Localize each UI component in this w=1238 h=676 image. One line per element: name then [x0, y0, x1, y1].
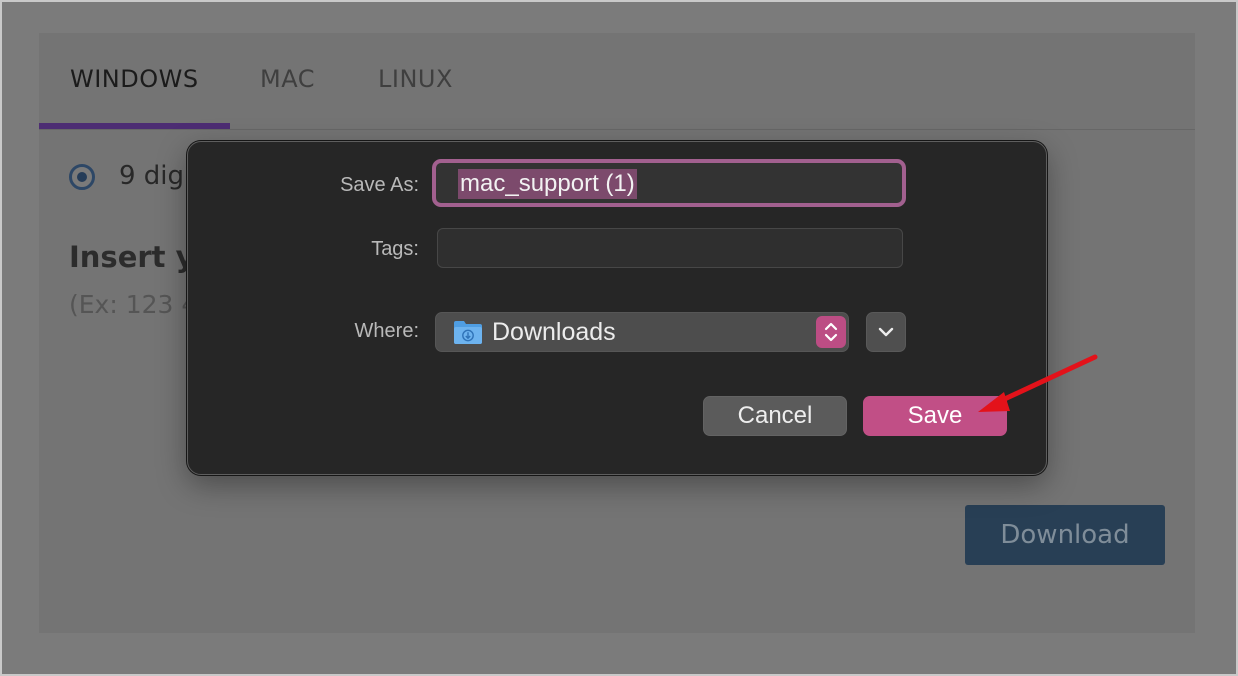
tab-mac[interactable]: MAC	[260, 65, 315, 93]
download-button[interactable]: Download	[965, 505, 1165, 565]
save-dialog: Save As: mac_support (1) Tags: Where: Do…	[187, 141, 1047, 475]
tab-windows[interactable]: WINDOWS	[70, 65, 199, 93]
chevron-down-icon	[878, 327, 894, 337]
downloads-folder-icon	[454, 321, 482, 344]
tab-linux[interactable]: LINUX	[378, 65, 453, 93]
tags-label: Tags:	[371, 238, 419, 260]
id-type-radio-label: 9 digi	[119, 161, 192, 191]
os-tab-bar: WINDOWS MAC LINUX	[39, 33, 1195, 130]
location-stepper-icon[interactable]	[816, 316, 846, 348]
active-tab-indicator	[39, 123, 230, 129]
save-as-label: Save As:	[340, 174, 419, 196]
expand-dialog-button[interactable]	[866, 312, 906, 352]
insert-id-hint: (Ex: 123 4	[69, 290, 198, 319]
save-as-field[interactable]: mac_support (1)	[432, 159, 906, 207]
tags-field[interactable]	[437, 228, 903, 268]
id-type-radio[interactable]	[69, 164, 95, 190]
where-label: Where:	[354, 320, 419, 342]
save-as-filename: mac_support (1)	[458, 169, 637, 199]
save-button[interactable]: Save	[863, 396, 1007, 436]
cancel-button[interactable]: Cancel	[703, 396, 847, 436]
where-location-select[interactable]: Downloads	[435, 312, 849, 352]
where-location-value: Downloads	[492, 318, 616, 346]
